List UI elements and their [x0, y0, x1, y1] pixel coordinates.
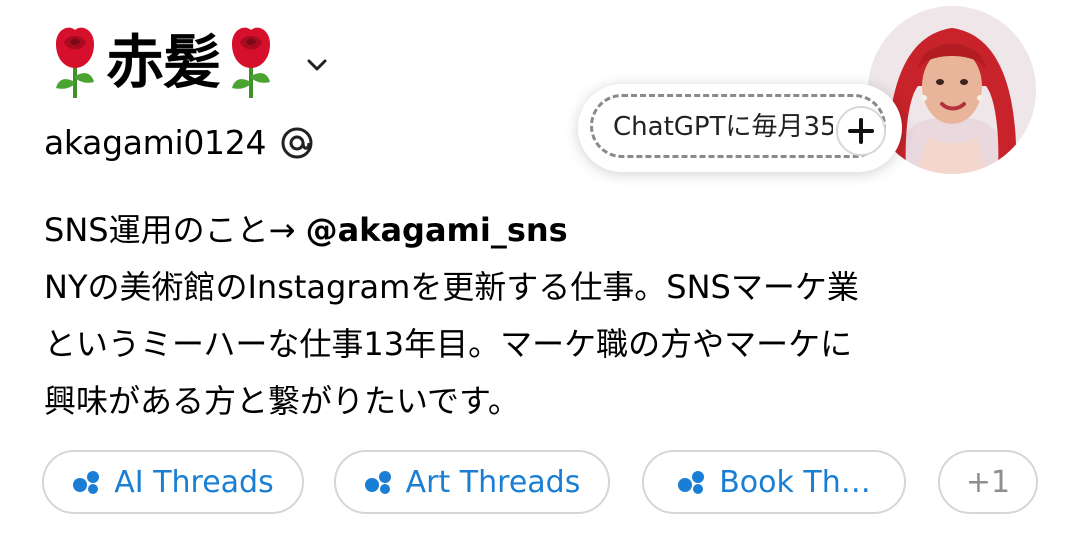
bio: SNS運用のこと→ @akagami_sns NYの美術館のInstagramを…: [44, 202, 1044, 430]
threads-dots-icon: [678, 471, 705, 494]
chip-label: Book Th…: [719, 464, 871, 500]
bio-line: 興味がある方と繋がりたいです。: [44, 382, 520, 420]
chip-more[interactable]: +1: [938, 450, 1038, 514]
bio-prefix: SNS運用のこと→: [44, 211, 306, 249]
threads-icon[interactable]: [280, 126, 314, 160]
mention-link[interactable]: @akagami_sns: [306, 211, 568, 249]
chevron-down-icon[interactable]: [304, 52, 330, 78]
username: akagami0124: [44, 123, 267, 162]
chip-book-threads[interactable]: Book Th…: [642, 450, 906, 514]
bio-line: NYの美術館のInstagramを更新する仕事。SNSマーケ業: [44, 268, 859, 306]
chip-label: Art Threads: [405, 464, 581, 500]
bio-line: SNS運用のこと→ @akagami_sns: [44, 202, 1044, 259]
rose-icon: [232, 27, 271, 98]
chip-art-threads[interactable]: Art Threads: [334, 450, 610, 514]
plus-icon: [848, 118, 874, 144]
username-row: akagami0124: [44, 118, 314, 168]
note-bubble[interactable]: ChatGPTに毎月35: [578, 84, 902, 172]
chip-label: AI Threads: [114, 464, 274, 500]
threads-dots-icon: [364, 471, 391, 494]
add-note-button[interactable]: [836, 106, 886, 156]
bio-line: というミーハーな仕事13年目。マーケ職の方やマーケに: [44, 325, 853, 363]
display-name-button[interactable]: 赤髪: [44, 22, 282, 102]
rose-icon: [56, 27, 94, 98]
display-name: 赤髪: [106, 28, 221, 96]
chip-more-label: +1: [965, 464, 1011, 500]
threads-dots-icon: [73, 471, 100, 494]
profile-header: 赤髪: [44, 22, 330, 102]
note-text: ChatGPTに毎月35: [613, 112, 833, 142]
chip-ai-threads[interactable]: AI Threads: [42, 450, 304, 514]
